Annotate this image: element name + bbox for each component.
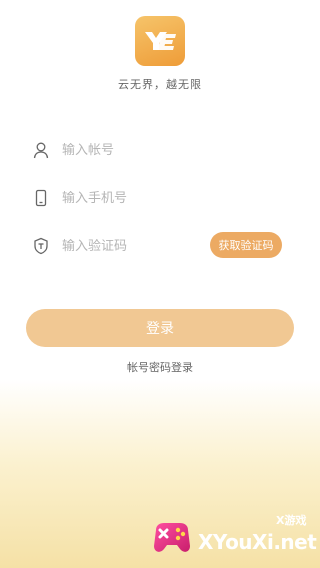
watermark: X游戏 XYouXi.net <box>148 510 317 566</box>
code-input[interactable] <box>62 238 202 254</box>
account-row <box>30 136 292 164</box>
account-input[interactable] <box>62 142 202 158</box>
login-button[interactable]: 登录 <box>26 309 294 347</box>
watermark-small-text: X游戏 <box>276 514 307 527</box>
password-login-link[interactable]: 帐号密码登录 <box>0 359 320 375</box>
code-row: 获取验证码 <box>30 232 292 260</box>
phone-row <box>30 184 292 212</box>
app-logo <box>135 16 185 66</box>
gamepad-icon <box>154 523 190 552</box>
phone-input[interactable] <box>62 190 202 206</box>
ye-logo-icon <box>145 32 176 50</box>
user-icon <box>30 139 52 161</box>
get-code-button[interactable]: 获取验证码 <box>210 232 282 258</box>
phone-icon <box>30 187 52 209</box>
app-slogan: 云无界，越无限 <box>118 78 202 91</box>
watermark-text: XYouXi.net <box>198 530 317 554</box>
shield-icon <box>30 235 52 257</box>
